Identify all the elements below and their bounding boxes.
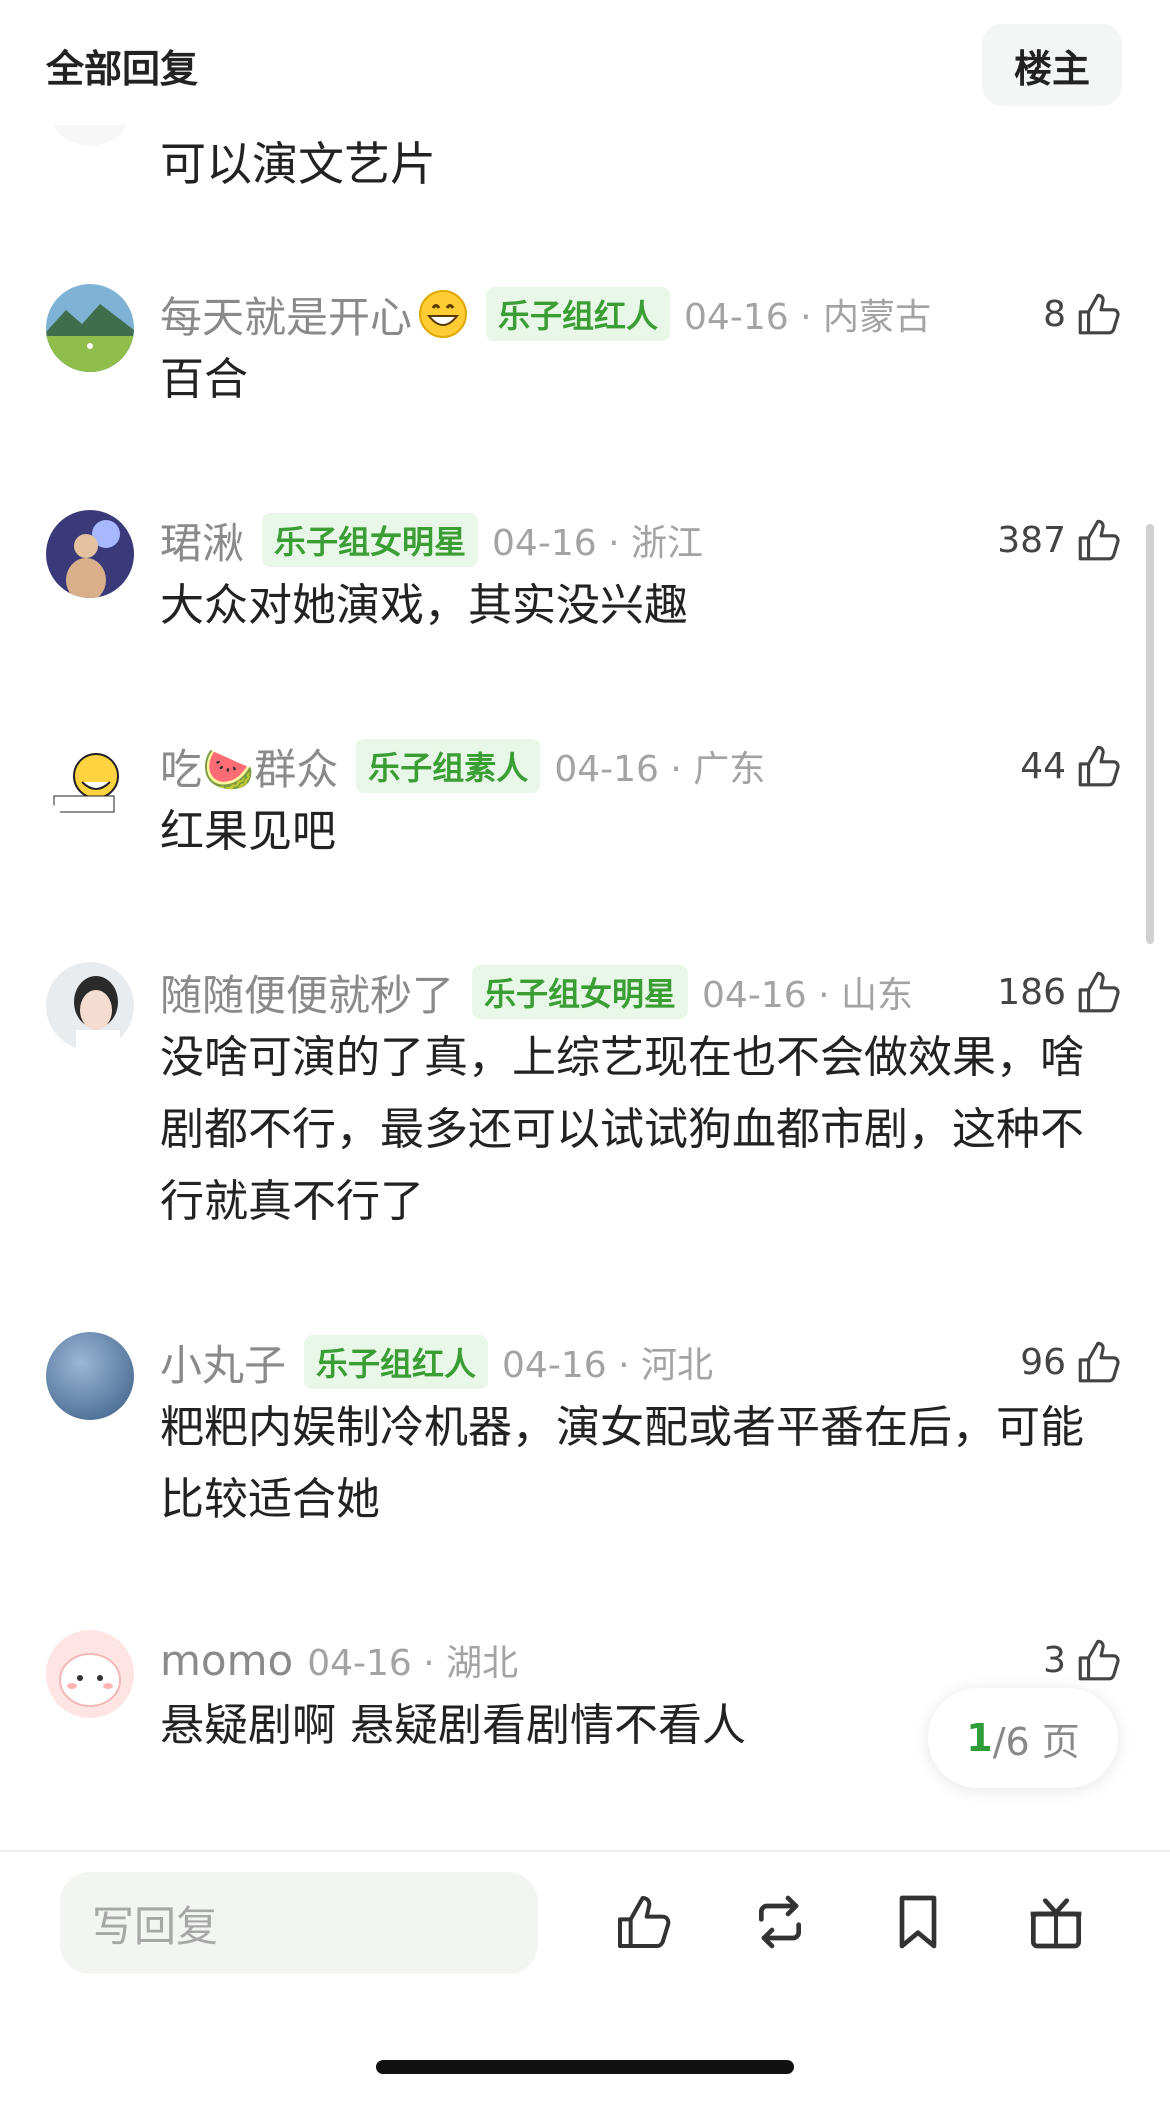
comment-time: 04-16 · 内蒙古 bbox=[684, 297, 931, 338]
header: 全部回复 楼主 bbox=[0, 0, 1170, 125]
like-button[interactable]: 3 bbox=[1043, 1632, 1124, 1688]
like-button[interactable]: 8 bbox=[1043, 286, 1124, 342]
like-button[interactable]: 387 bbox=[997, 512, 1124, 568]
comment-time: 04-16 · 浙江 bbox=[492, 523, 703, 564]
user-badge: 乐子组女明星 bbox=[472, 965, 689, 1019]
like-count: 3 bbox=[1043, 1639, 1066, 1681]
avatar[interactable] bbox=[46, 736, 134, 824]
like-count: 387 bbox=[997, 519, 1066, 561]
comment-text: 可以演文艺片 bbox=[160, 137, 436, 191]
username[interactable]: 随随便便就秒了 bbox=[160, 962, 454, 1023]
thumb-up-icon bbox=[1074, 1337, 1124, 1387]
avatar[interactable] bbox=[46, 284, 134, 372]
username[interactable]: 吃🍉群众 bbox=[160, 736, 338, 797]
grinning-emoji-icon bbox=[418, 289, 468, 339]
thumb-up-icon bbox=[1074, 515, 1124, 565]
username[interactable]: momo bbox=[160, 1636, 293, 1685]
user-badge: 乐子组红人 bbox=[304, 1335, 489, 1389]
home-indicator bbox=[376, 2060, 794, 2074]
repost-icon[interactable] bbox=[748, 1890, 812, 1954]
like-count: 96 bbox=[1020, 1341, 1066, 1383]
thumb-up-icon bbox=[1074, 289, 1124, 339]
user-badge: 乐子组女明星 bbox=[262, 513, 479, 567]
comment-text: 红果见吧 bbox=[160, 806, 336, 857]
comment-text: 百合 bbox=[160, 354, 248, 405]
comment-time: 04-16 · 山东 bbox=[702, 975, 913, 1016]
like-count: 44 bbox=[1020, 745, 1066, 787]
username[interactable]: 珺湫 bbox=[160, 510, 244, 571]
username[interactable]: 小丸子 bbox=[160, 1332, 286, 1393]
thumb-up-icon bbox=[1074, 1635, 1124, 1685]
gift-icon[interactable] bbox=[1024, 1890, 1088, 1954]
comment-text: 粑粑内娱制冷机器，演女配或者平番在后，可能比较适合她 bbox=[160, 1402, 1084, 1525]
like-button[interactable]: 44 bbox=[1020, 738, 1124, 794]
username[interactable]: 每天就是开心 bbox=[160, 284, 412, 345]
comment-list: 可以演文艺片 每天就是开心 乐子组红人 04-16 · 内蒙古 8 百合 珺湫 … bbox=[0, 0, 1170, 1850]
like-button[interactable]: 186 bbox=[997, 964, 1124, 1020]
like-count: 8 bbox=[1043, 293, 1066, 335]
like-button[interactable]: 96 bbox=[1020, 1334, 1124, 1390]
bookmark-icon[interactable] bbox=[886, 1890, 950, 1954]
total-pages: /6 页 bbox=[992, 1719, 1080, 1764]
comment-text: 大众对她演戏，其实没兴趣 bbox=[160, 580, 688, 631]
bottom-bar: 写回复 bbox=[0, 1850, 1170, 2107]
like-count: 186 bbox=[997, 971, 1066, 1013]
scrollbar[interactable] bbox=[1146, 524, 1154, 944]
avatar[interactable] bbox=[46, 1630, 134, 1718]
avatar[interactable] bbox=[46, 510, 134, 598]
comment-text: 没啥可演的了真，上综艺现在也不会做效果，啥剧都不行，最多还可以试试狗血都市剧，这… bbox=[160, 1032, 1084, 1227]
thumb-up-icon bbox=[1074, 741, 1124, 791]
comment-time: 04-16 · 广东 bbox=[554, 749, 766, 790]
user-badge: 乐子组红人 bbox=[486, 287, 671, 341]
avatar[interactable] bbox=[46, 962, 134, 1050]
reply-input[interactable]: 写回复 bbox=[60, 1872, 538, 1974]
thumb-up-icon bbox=[1074, 967, 1124, 1017]
current-page: 1 bbox=[966, 1716, 993, 1760]
comment-time: 04-16 · 河北 bbox=[502, 1345, 713, 1386]
avatar[interactable] bbox=[46, 1332, 134, 1420]
op-only-button[interactable]: 楼主 bbox=[982, 24, 1122, 106]
thumb-up-icon[interactable] bbox=[612, 1890, 676, 1954]
user-badge: 乐子组素人 bbox=[356, 739, 541, 793]
comment-time: 04-16 · 湖北 bbox=[307, 1643, 519, 1684]
page-indicator[interactable]: 1 /6 页 bbox=[928, 1688, 1118, 1788]
page-title: 全部回复 bbox=[46, 47, 199, 91]
